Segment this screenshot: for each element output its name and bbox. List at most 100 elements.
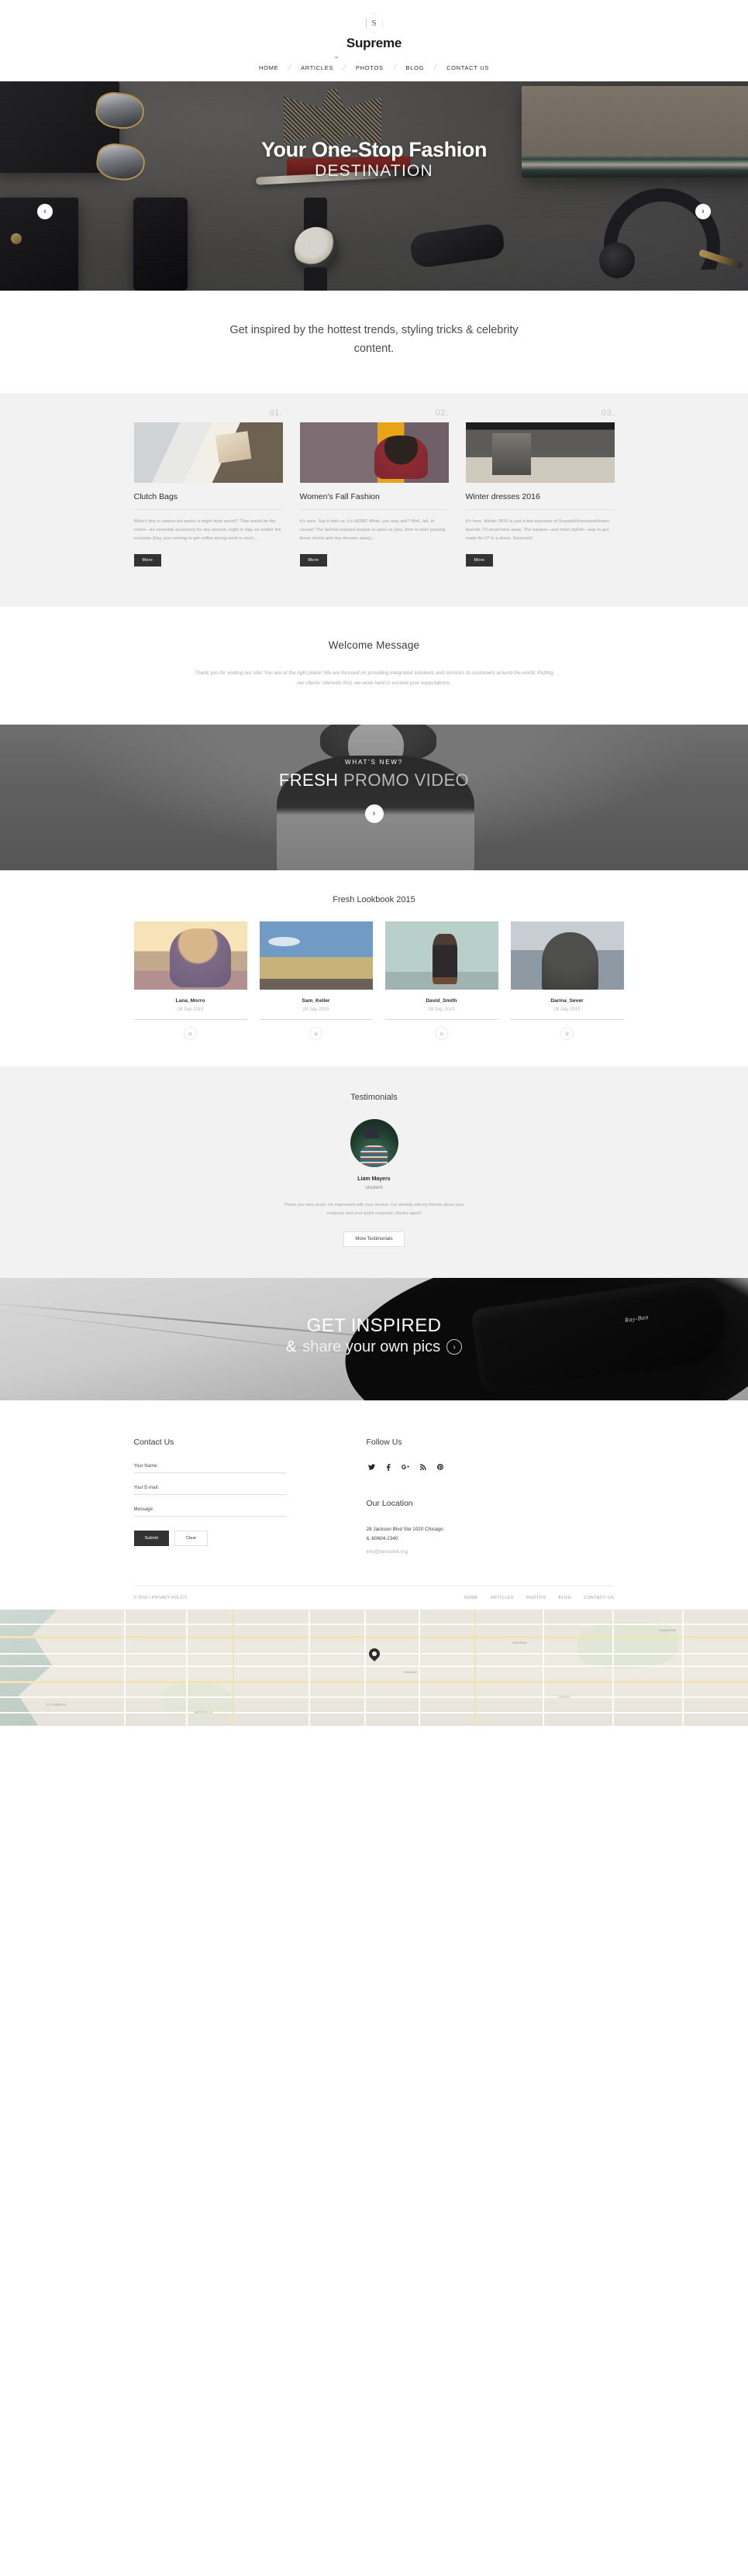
promo-title-light: PROMO VIDEO [343,770,470,790]
footer-nav-articles[interactable]: ARTICLES [491,1596,514,1600]
post-more-button[interactable]: More [133,553,162,567]
lookbook-item: David_Smith 28 Sep 2015 ◉ [384,921,498,1041]
post-thumbnail[interactable] [133,422,283,483]
hero-slider: Your One-Stop Fashion DESTINATION ‹ › [0,81,748,291]
eye-icon[interactable]: ◉ [435,1027,448,1041]
footer-nav-contact-us[interactable]: CONTACT US [584,1596,614,1600]
banner-ampersand: & [285,1338,297,1355]
clear-button[interactable]: Clear [174,1530,209,1546]
lookbook-thumbnail[interactable] [259,921,373,990]
post-excerpt: It's here. Say it with us, it's HERE! Wh… [299,518,446,541]
magnifier-icon[interactable] [557,946,577,966]
lookbook-date: 28 Sep 2015 [428,1007,455,1013]
location-map[interactable]: ST CHARLES NAPERVILLE CHICAGO OAK PARK C… [0,1609,748,1726]
social-links [367,1463,599,1472]
map-label: ST CHARLES [47,1702,67,1706]
lookbook-thumbnail[interactable] [510,921,624,990]
hero-title: Your One-Stop Fashion [260,138,488,161]
post-more-button[interactable]: More [465,553,494,567]
rss-icon[interactable] [419,1463,426,1472]
post-title[interactable]: Winter dresses 2016 [465,483,615,510]
lookbook-date: 28 Sep 2015 [177,1007,204,1013]
submit-button[interactable]: Submit [133,1530,169,1546]
lookbook-name: Darina_Sever [550,998,584,1004]
play-video-button[interactable]: › [364,804,384,824]
avatar [350,1119,398,1168]
more-testimonials-button[interactable]: More Testimonials [343,1231,405,1247]
banner-subtitle-row: & share your own pics › [0,1338,748,1356]
lookbook-name: David_Smith [426,998,457,1004]
lookbook-date: 28 Sep 2015 [553,1007,581,1013]
lookbook-thumbnail[interactable] [384,921,498,990]
lookbook-thumbnail[interactable] [133,921,247,990]
facebook-icon[interactable] [386,1463,391,1472]
follow-us-title: Follow Us [366,1437,402,1447]
footer-nav: HOME ARTICLES PHOTOS BLOG CONTACT US [464,1596,615,1600]
field-label: Message: [133,1507,154,1512]
footer-nav-blog[interactable]: BLOG [558,1596,571,1600]
testimonial-quote: Thank you very much. I'm impressed with … [284,1203,464,1217]
banner-title: GET INSPIRED [306,1314,442,1336]
post-number: 02. [435,408,449,418]
privacy-policy-link[interactable]: PRIVACY POLICY [152,1596,188,1600]
footer-bottom-bar: © 2016 • PRIVACY POLICY HOME ARTICLES PH… [133,1585,615,1610]
post-title[interactable]: Clutch Bags [133,483,283,510]
post-card: 02. Women's Fall Fashion It's here. Say … [299,408,449,567]
name-input[interactable] [133,1472,286,1473]
copyright: © 2016 • PRIVACY POLICY [134,1596,188,1600]
field-label: Your Name: [133,1463,158,1469]
post-number: 03. [601,408,615,418]
post-title[interactable]: Women's Fall Fashion [299,483,449,510]
eye-icon[interactable]: ◉ [184,1027,197,1041]
nav-item-articles[interactable]: ARTICLES [291,64,343,71]
eye-icon[interactable]: ◉ [309,1027,322,1041]
divider [384,1019,498,1021]
promo-kicker: WHAT'S NEW? [345,759,403,766]
nav-item-blog[interactable]: BLOG [396,64,435,71]
brand-title: Supreme [346,36,402,50]
lookbook-name: Lana_Morro [175,998,205,1004]
main-nav: HOME / ARTICLES / PHOTOS / BLOG / CONTAC… [0,57,748,72]
promo-title: FRESH PROMO VIDEO [0,770,748,790]
testimonials-title: Testimonials [350,1093,398,1103]
logo-icon[interactable]: S [365,14,383,33]
post-number: 01. [269,408,283,418]
map-label: CHICAGO [403,1669,418,1674]
lookbook-item: Lana_Morro 28 Sep 2015 ◉ [133,921,247,1041]
hero-subtitle: DESTINATION [315,162,433,181]
google-plus-icon[interactable] [401,1464,409,1472]
eye-icon[interactable]: ◉ [560,1027,574,1041]
address-line-1: 28 Jackson Blvd Ste 1020 Chicago [366,1526,443,1532]
post-more-button[interactable]: More [299,553,328,567]
footer-nav-home[interactable]: HOME [464,1596,478,1600]
nav-item-contact-us[interactable]: CONTACT US [436,64,499,71]
testimonial-role: student [365,1185,383,1191]
nav-item-home[interactable]: HOME [249,57,339,71]
email-input[interactable] [133,1493,286,1495]
pinterest-icon[interactable] [436,1463,443,1472]
lookbook-title: Fresh Lookbook 2015 [333,895,415,905]
hero-prev-icon[interactable]: ‹ [37,204,53,219]
post-thumbnail[interactable] [465,422,615,483]
hero-next-icon[interactable]: › [695,204,711,219]
post-card: 03. Winter dresses 2016 It's here. Winte… [465,408,615,567]
field-your-name: Your Name: [133,1463,328,1473]
welcome-title: Welcome Message [328,639,420,651]
logo-glyph: S [371,19,377,28]
field-label: Your E-mail: [133,1485,159,1490]
banner-go-icon[interactable]: › [446,1339,463,1355]
post-excerpt: It's here. Winter 2016 is just a few epi… [465,518,611,541]
contact-form-column: Contact Us Your Name: Your E-mail: Messa… [133,1438,328,1555]
hero-background-image [0,81,748,291]
post-excerpt: What's tiny in stature but packs a might… [133,518,281,541]
twitter-icon[interactable] [367,1463,375,1472]
follow-location-column: Follow Us Our Location 28 Jackson Blvd S… [367,1438,599,1555]
post-card: 01. Clutch Bags What's tiny in stature b… [133,408,283,567]
promo-caption: WHAT'S NEW? FRESH PROMO VIDEO › [0,759,748,824]
email-link[interactable]: info@demolink.org [367,1549,599,1555]
post-thumbnail[interactable] [299,422,449,483]
nav-item-photos[interactable]: PHOTOS [346,64,394,71]
message-input[interactable] [133,1515,286,1517]
map-label: CICERO [558,1694,570,1699]
footer-nav-photos[interactable]: PHOTOS [526,1596,546,1600]
